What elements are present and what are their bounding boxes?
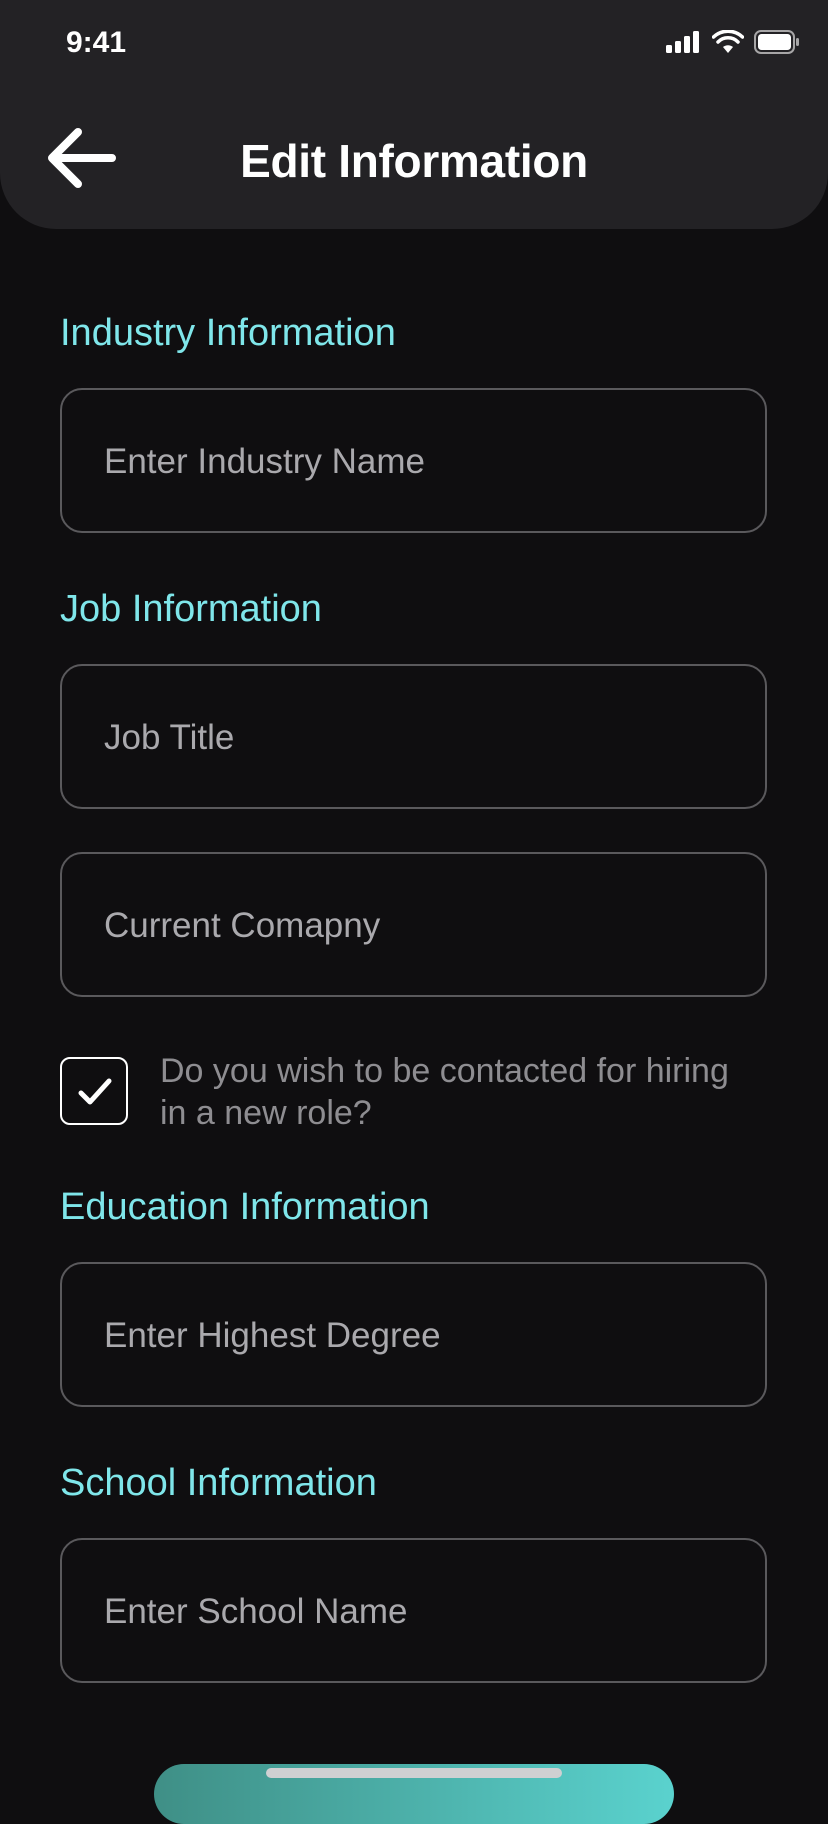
hiring-contact-label: Do you wish to be contacted for hiring i… — [160, 1052, 729, 1132]
hiring-contact-checkbox[interactable] — [60, 1057, 128, 1125]
wifi-icon — [712, 30, 744, 53]
school-field[interactable] — [60, 1538, 767, 1683]
status-icons — [666, 30, 800, 54]
school-section-label: School Information — [60, 1462, 377, 1504]
company-field[interactable] — [60, 852, 767, 997]
highest-degree-input[interactable] — [102, 1264, 726, 1407]
battery-icon — [754, 30, 799, 54]
status-time: 9:41 — [66, 26, 127, 59]
education-field[interactable] — [60, 1262, 767, 1407]
education-section-label: Education Information — [60, 1186, 430, 1228]
job-title-field[interactable] — [60, 664, 767, 809]
job-section-label: Job Information — [60, 588, 322, 630]
job-title-input[interactable] — [102, 666, 726, 809]
signal-icon — [666, 31, 699, 53]
home-indicator — [266, 1768, 562, 1778]
industry-field[interactable] — [60, 388, 767, 533]
page-title: Edit Information — [240, 135, 588, 187]
header-bar: 9:41 Edit Information — [0, 0, 828, 229]
school-name-input[interactable] — [102, 1540, 726, 1683]
industry-section-label: Industry Information — [60, 312, 396, 354]
checkmark-icon — [78, 1078, 112, 1105]
industry-name-input[interactable] — [102, 390, 726, 533]
current-company-input[interactable] — [102, 854, 726, 997]
